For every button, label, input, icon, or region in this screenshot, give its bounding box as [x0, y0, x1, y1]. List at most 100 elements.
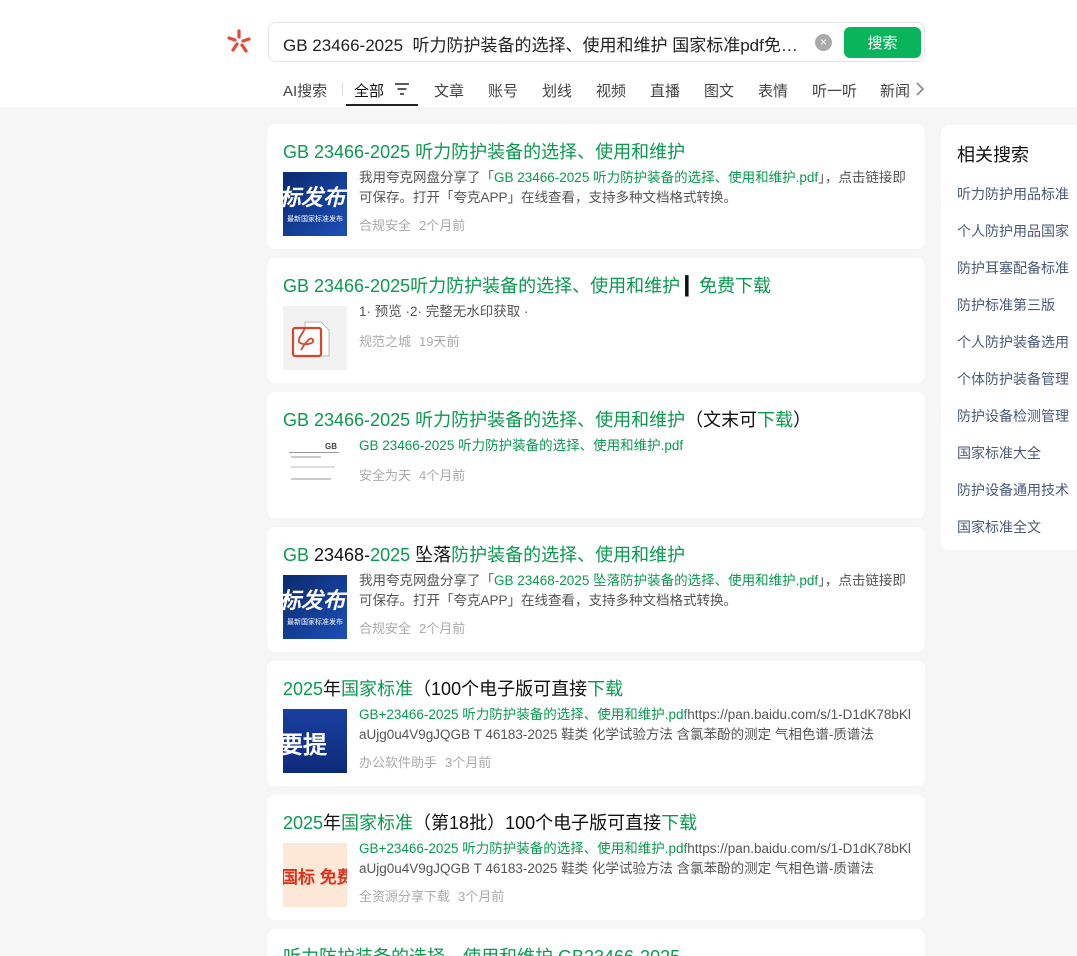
result-card[interactable]: 2025年国家标准（100个电子版可直接下载 要提 GB+23466-2025 … — [267, 661, 925, 786]
related-search-item[interactable]: 国家标准大全 — [957, 443, 1041, 463]
tab-videos[interactable]: 视频 — [596, 80, 626, 101]
result-title[interactable]: 2025年国家标准（第18批）100个电子版可直接下载 — [283, 809, 697, 835]
result-snippet: GB 23466-2025 听力防护装备的选择、使用和维护.pdf — [359, 436, 911, 456]
result-source[interactable]: 合规安全 — [359, 621, 411, 636]
result-snippet: 我用夸克网盘分享了「GB 23468-2025 坠落防护装备的选择、使用和维护.… — [359, 571, 911, 611]
result-time: 4个月前 — [419, 468, 466, 483]
result-meta: 合规安全 2个月前 — [359, 618, 465, 637]
result-title[interactable]: 2025年国家标准（100个电子版可直接下载 — [283, 675, 623, 701]
related-search-item[interactable]: 听力防护用品标准 — [957, 184, 1069, 204]
tab-live[interactable]: 直播 — [650, 80, 680, 101]
result-title[interactable]: GB 23466-2025听力防护装备的选择、使用和维护 ▎免费下载 — [283, 272, 771, 298]
search-input[interactable] — [283, 31, 803, 55]
related-search-item[interactable]: 防护设备检测管理 — [957, 406, 1069, 426]
result-time: 19天前 — [419, 334, 460, 349]
result-title[interactable]: GB 23466-2025 听力防护装备的选择、使用和维护 — [283, 138, 685, 164]
tab-listen[interactable]: 听一听 — [812, 80, 857, 101]
result-title[interactable]: GB 23466-2025 听力防护装备的选择、使用和维护（文末可下载） — [283, 406, 811, 432]
thumbnail-text: 标发布 — [283, 185, 346, 210]
text-segment: GB+23466-2025 听力防护装备的选择、使用和维护.pdf — [359, 841, 688, 856]
result-card[interactable]: GB 23468-2025 坠落防护装备的选择、使用和维护 标发布 最新国家标准… — [267, 527, 925, 652]
tab-articles[interactable]: 文章 — [434, 80, 464, 101]
result-time: 3个月前 — [445, 755, 492, 770]
tab-image-text[interactable]: 图文 — [704, 80, 734, 101]
header: × 搜索 AI搜索 全部 文章 账号 划线 视频 直播 图文 表情 听一听 新闻 — [0, 0, 1077, 107]
thumbnail-subtext: 最新国家标准发布 — [287, 216, 343, 223]
chevron-right-icon[interactable] — [912, 78, 928, 100]
related-search-item[interactable]: 防护设备通用技术 — [957, 480, 1069, 500]
related-search-item[interactable]: 个体防护装备管理 — [957, 369, 1069, 389]
thumbnail-text: 国标 免费 — [283, 868, 347, 887]
thumbnail-text: 标发布 — [283, 588, 346, 613]
clear-icon[interactable]: × — [815, 34, 832, 51]
result-meta: 办公软件助手 3个月前 — [359, 752, 491, 771]
result-title[interactable]: 听力防护装备的选择、使用和维护 GB23466-2025 — [283, 943, 680, 956]
related-search-item[interactable]: 防护耳塞配备标准 — [957, 258, 1069, 278]
result-thumbnail[interactable]: 标发布 最新国家标准发布 — [283, 172, 347, 236]
result-card[interactable]: 2025年国家标准（第18批）100个电子版可直接下载 国标 免费 GB+234… — [267, 795, 925, 920]
tab-stickers[interactable]: 表情 — [758, 80, 788, 101]
text-segment: 下载 — [661, 813, 698, 833]
tab-ai-search[interactable]: AI搜索 — [283, 80, 327, 101]
result-title[interactable]: GB 23468-2025 坠落防护装备的选择、使用和维护 — [283, 541, 685, 567]
result-card[interactable]: GB 23466-2025听力防护装备的选择、使用和维护 ▎免费下载 1· 预览… — [267, 258, 925, 383]
text-segment: 23468- — [309, 545, 371, 565]
result-thumbnail[interactable]: GB — [283, 440, 347, 504]
result-source[interactable]: 办公软件助手 — [359, 755, 437, 770]
result-snippet: GB+23466-2025 听力防护装备的选择、使用和维护.pdfhttps:/… — [359, 839, 911, 879]
related-search-item[interactable]: 个人防护装备选用 — [957, 332, 1069, 352]
result-time: 2个月前 — [419, 621, 466, 636]
related-search-item[interactable]: 防护标准第三版 — [957, 295, 1055, 315]
result-source[interactable]: 规范之城 — [359, 334, 411, 349]
result-card[interactable]: GB 23466-2025 听力防护装备的选择、使用和维护（文末可下载） GB … — [267, 392, 925, 518]
result-thumbnail[interactable]: 标发布 最新国家标准发布 — [283, 575, 347, 639]
related-search-item[interactable]: 个人防护用品国家 — [957, 221, 1069, 241]
thumbnail-text: GB — [325, 442, 337, 451]
active-tab-indicator — [346, 104, 418, 106]
text-segment: 我用夸克网盘分享了「 — [359, 170, 494, 185]
result-meta: 安全为天 4个月前 — [359, 465, 465, 484]
text-segment: ▎ — [680, 276, 699, 296]
text-segment: （100个电子版可直接 — [413, 679, 588, 699]
related-searches-title: 相关搜索 — [957, 145, 1029, 165]
filter-icon[interactable] — [395, 83, 409, 95]
result-snippet: 我用夸克网盘分享了「GB 23466-2025 听力防护装备的选择、使用和维护.… — [359, 168, 911, 208]
sogou-logo-icon[interactable] — [226, 28, 252, 54]
tab-news[interactable]: 新闻 — [880, 80, 910, 101]
related-search-item[interactable]: 国家标准全文 — [957, 517, 1041, 537]
text-segment: GB 23466-2025 听力防护装备的选择、使用和维护.pdf — [359, 438, 684, 453]
text-segment: 2025 — [370, 545, 411, 565]
pdf-file-icon — [291, 321, 330, 358]
result-source[interactable]: 安全为天 — [359, 468, 411, 483]
result-meta: 全资源分享下载 3个月前 — [359, 886, 504, 905]
text-segment: GB+23466-2025 听力防护装备的选择、使用和维护.pdf — [359, 707, 688, 722]
search-button[interactable]: 搜索 — [844, 27, 921, 58]
result-source[interactable]: 合规安全 — [359, 218, 411, 233]
text-segment: （文末可 — [685, 410, 758, 430]
result-card[interactable]: GB 23466-2025 听力防护装备的选择、使用和维护 标发布 最新国家标准… — [267, 124, 925, 249]
result-card[interactable]: 听力防护装备的选择、使用和维护 GB23466-2025 — [267, 929, 925, 956]
result-thumbnail[interactable]: 要提 — [283, 709, 347, 773]
text-segment: 免费下载 — [698, 276, 771, 296]
text-segment: GB — [283, 545, 310, 565]
tab-all[interactable]: 全部 — [354, 80, 384, 101]
result-meta: 合规安全 2个月前 — [359, 215, 465, 234]
tab-accounts[interactable]: 账号 — [488, 80, 518, 101]
result-time: 3个月前 — [458, 889, 505, 904]
related-searches-panel: 相关搜索 听力防护用品标准 个人防护用品国家 防护耳塞配备标准 防护标准第三版 … — [941, 125, 1077, 550]
result-thumbnail[interactable]: 国标 免费 — [283, 843, 347, 907]
text-segment: GB 23466-2025听力防护装备的选择、使用和维护 — [283, 276, 681, 296]
search-box: × 搜索 — [268, 22, 925, 62]
text-segment: 国家标准 — [341, 813, 414, 833]
text-segment: 年 — [323, 679, 342, 699]
result-thumbnail[interactable] — [283, 306, 347, 370]
tab-bar: AI搜索 全部 文章 账号 划线 视频 直播 图文 表情 听一听 新闻 — [268, 72, 928, 107]
text-segment: 听力防护装备的选择、使用和维护 GB23466-2025 — [283, 947, 680, 956]
tab-highlights[interactable]: 划线 — [542, 80, 572, 101]
text-segment: 1· 预览 ·2· 完整无水印获取 · — [359, 304, 529, 319]
result-source[interactable]: 全资源分享下载 — [359, 889, 450, 904]
text-segment: GB 23466-2025 听力防护装备的选择、使用和维护 — [283, 142, 686, 162]
text-segment: 下载 — [587, 679, 624, 699]
result-time: 2个月前 — [419, 218, 466, 233]
text-segment: 坠落 — [410, 545, 452, 565]
